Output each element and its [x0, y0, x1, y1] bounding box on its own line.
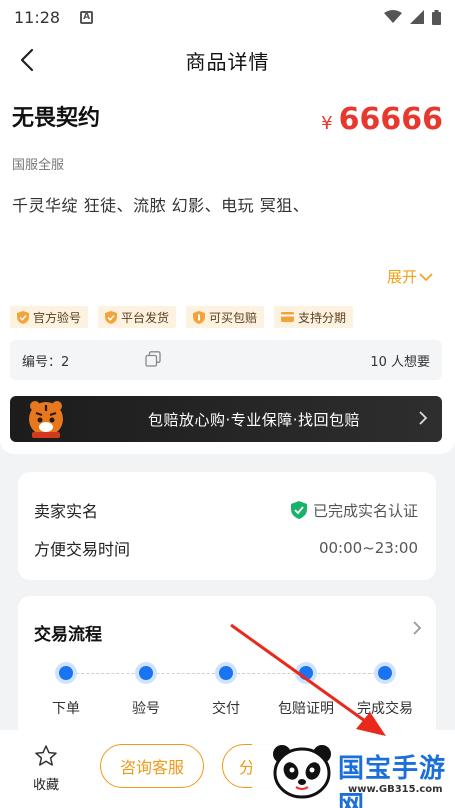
status-time: 11:28	[14, 7, 61, 27]
step-label: 包赔证明	[278, 701, 334, 717]
step-label: 下单	[52, 701, 80, 717]
status-bar: 11:28 A	[0, 0, 455, 34]
shield-check-icon	[17, 310, 29, 324]
step-label: 交付	[212, 701, 240, 717]
watermark-text: 国宝手游网	[338, 754, 447, 808]
service-tags: 官方验号 平台发货 可买包赔 支持分期	[10, 306, 354, 328]
seller-realname-value: 已完成实名认证	[312, 501, 418, 520]
want-count: 10 人想要	[370, 354, 430, 370]
seller-card: 卖家实名 已完成实名认证 方便交易时间 00:00~23:00	[18, 472, 436, 580]
status-icons	[384, 9, 441, 25]
product-code: 编号：2	[22, 354, 70, 370]
step-dot	[374, 662, 396, 684]
wifi-icon	[384, 10, 402, 23]
flow-step: 验号	[106, 662, 186, 718]
seller-realname-row: 卖家实名 已完成实名认证	[34, 498, 418, 522]
back-arrow-icon[interactable]	[14, 46, 42, 74]
battery-icon	[432, 9, 441, 25]
expand-button[interactable]: 展开	[387, 266, 433, 287]
step-label: 完成交易	[357, 701, 413, 717]
card-icon	[281, 312, 295, 322]
tiger-mascot-icon	[29, 401, 63, 438]
expand-label: 展开	[386, 268, 417, 286]
chevron-right-icon	[413, 621, 422, 635]
chevron-right-icon	[419, 411, 428, 425]
step-dot	[295, 662, 317, 684]
flow-step: 下单	[26, 662, 106, 718]
shield-icon	[193, 310, 206, 324]
seller-realname-label: 卖家实名	[34, 502, 99, 521]
verified-shield-icon	[290, 501, 307, 519]
banner-text: 包赔放心购·专业保障·找回包赔	[148, 411, 361, 429]
tag-platform-delivery: 平台发货	[98, 306, 177, 328]
flow-step: 交付	[186, 662, 266, 718]
copy-icon[interactable]	[145, 351, 161, 367]
flow-step: 包赔证明	[266, 662, 346, 718]
product-info-row: 编号：2 10 人想要	[10, 340, 442, 380]
product-price: ¥ 66666	[321, 102, 443, 137]
step-label: 验号	[132, 701, 160, 717]
flow-step: 完成交易	[345, 662, 425, 718]
step-dot	[55, 662, 77, 684]
nav-bar: 商品详情	[0, 34, 455, 86]
tag-compensation: 可买包赔	[186, 306, 265, 328]
signal-icon	[410, 10, 424, 24]
tag-label: 平台发货	[121, 310, 170, 325]
tag-label: 官方验号	[33, 310, 82, 325]
trade-time-row: 方便交易时间 00:00~23:00	[34, 536, 418, 560]
tag-label: 支持分期	[298, 310, 347, 325]
favorite-button[interactable]: 收藏	[22, 744, 70, 793]
favorite-label: 收藏	[32, 778, 59, 793]
server-label: 国服全服	[12, 158, 65, 173]
trade-time-value: 00:00~23:00	[318, 539, 418, 557]
step-dot	[135, 662, 157, 684]
tag-official-check: 官方验号	[10, 306, 89, 328]
seller-realname-status: 已完成实名认证	[290, 500, 418, 521]
chevron-down-icon	[419, 272, 433, 281]
trade-flow-card[interactable]: 交易流程 下单 验号 交付 包赔证明 完成交易	[18, 596, 436, 746]
star-icon	[35, 745, 57, 766]
trade-time-label: 方便交易时间	[34, 540, 131, 559]
notification-a-icon: A	[80, 10, 94, 24]
guarantee-banner[interactable]: 包赔放心购·专业保障·找回包赔	[10, 396, 442, 442]
flow-title: 交易流程	[34, 625, 102, 645]
product-description: 千灵华绽 狂徒、流脓 幻影、电玩 冥狙、	[12, 196, 310, 215]
product-card: 无畏契约 ¥ 66666 国服全服 千灵华绽 狂徒、流脓 幻影、电玩 冥狙、 展…	[0, 86, 455, 454]
panda-logo-icon	[273, 745, 331, 799]
tag-label: 可买包赔	[209, 310, 258, 325]
price-currency: ¥	[321, 113, 333, 134]
page-title: 商品详情	[185, 49, 270, 74]
step-dot	[215, 662, 237, 684]
shield-check-icon	[105, 310, 118, 324]
price-value: 66666	[338, 102, 443, 137]
tag-installment: 支持分期	[274, 306, 354, 328]
product-title: 无畏契约	[12, 106, 101, 131]
site-watermark: 国宝手游网 www.GB315.com	[252, 730, 455, 808]
consult-service-button[interactable]: 咨询客服	[100, 744, 204, 788]
watermark-url: www.GB315.com	[348, 784, 443, 795]
